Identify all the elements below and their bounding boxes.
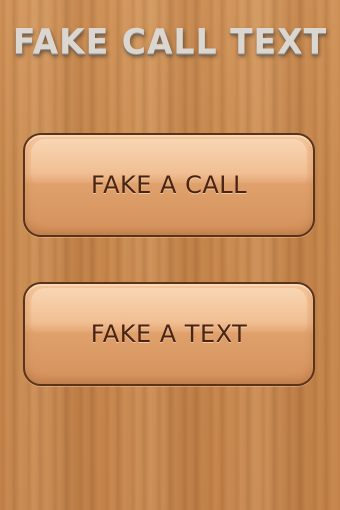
fake-call-button[interactable]: FAKE A CALL: [23, 133, 315, 237]
fake-call-button-label: FAKE A CALL: [90, 171, 247, 199]
fake-text-button-label: FAKE A TEXT: [90, 320, 248, 348]
app-title: FAKE CALL TEXT: [12, 21, 328, 62]
fake-text-button[interactable]: FAKE A TEXT: [23, 282, 315, 386]
wood-background: [0, 0, 340, 510]
